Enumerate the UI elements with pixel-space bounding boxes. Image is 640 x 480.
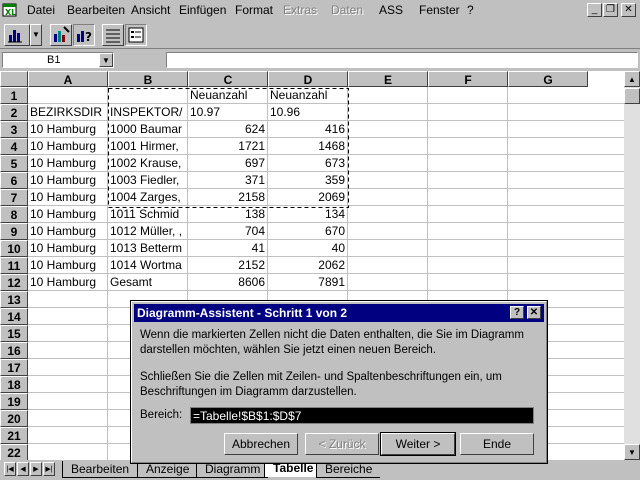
gridlines-icon[interactable] — [102, 24, 124, 46]
menu-ass[interactable]: ASS — [379, 3, 403, 17]
menu-einfuegen[interactable]: Einfügen — [179, 3, 226, 17]
next-button[interactable]: Weiter > — [380, 432, 456, 456]
finish-button[interactable]: Ende — [460, 433, 534, 455]
chart-wizard-icon[interactable] — [50, 24, 72, 46]
menu-help[interactable]: ? — [467, 3, 474, 17]
dialog-close-button[interactable]: ✕ — [527, 306, 541, 319]
first-sheet-icon[interactable]: |◀ — [4, 462, 16, 476]
close-button[interactable]: ✕ — [621, 3, 636, 17]
menu-bearbeiten[interactable]: Bearbeiten — [67, 3, 125, 17]
chart-toolbar: ▼ ? — [0, 21, 640, 49]
back-button: < Zurück — [305, 433, 379, 455]
legend-icon[interactable] — [125, 24, 147, 46]
menu-bar: XL Datei Bearbeiten Ansicht Einfügen For… — [0, 0, 640, 20]
menu-format[interactable]: Format — [235, 3, 273, 17]
range-input[interactable]: =Tabelle!$B$1:$D$7 — [190, 407, 534, 424]
name-box[interactable]: B1 ▼ — [2, 52, 114, 68]
excel-app-icon[interactable]: XL — [2, 2, 18, 18]
chart-wizard-dialog: Diagramm-Assistent - Schritt 1 von 2 ? ✕… — [130, 300, 548, 464]
next-sheet-icon[interactable]: ▶ — [30, 462, 42, 476]
svg-text:?: ? — [85, 30, 92, 44]
name-box-value: B1 — [47, 54, 61, 66]
svg-text:XL: XL — [5, 8, 16, 17]
vertical-scrollbar[interactable]: ▲ ▼ — [624, 71, 640, 460]
range-label: Bereich: — [140, 409, 183, 421]
minimize-button[interactable]: _ — [587, 3, 602, 17]
scroll-down-icon[interactable]: ▼ — [624, 444, 640, 460]
cancel-button[interactable]: Abbrechen — [224, 433, 298, 455]
scroll-up-icon[interactable]: ▲ — [624, 71, 640, 87]
sheet-tab-bearbeiten[interactable]: Bearbeiten — [62, 461, 138, 478]
menu-daten: Daten — [331, 3, 364, 17]
prev-sheet-icon[interactable]: ◀ — [17, 462, 29, 476]
formula-input[interactable] — [166, 52, 638, 68]
chart-type-button[interactable] — [4, 24, 30, 46]
scroll-thumb[interactable] — [624, 88, 640, 104]
dialog-instruction-1: Wenn die markierten Zellen nicht die Dat… — [140, 329, 524, 356]
menu-ansicht[interactable]: Ansicht — [131, 3, 170, 17]
dialog-instruction-2: Schließen Sie die Zellen mit Zeilen- und… — [140, 371, 502, 398]
chart-help-icon[interactable]: ? — [73, 24, 95, 46]
name-box-dropdown-icon[interactable]: ▼ — [99, 53, 113, 67]
chart-type-dropdown-icon[interactable]: ▼ — [30, 24, 42, 46]
last-sheet-icon[interactable]: ▶| — [43, 462, 55, 476]
dialog-title: Diagramm-Assistent - Schritt 1 von 2 — [137, 306, 348, 320]
menu-extras: Extras — [283, 3, 318, 17]
dialog-help-button[interactable]: ? — [510, 306, 524, 319]
formula-bar: B1 ▼ — [0, 50, 640, 70]
menu-fenster[interactable]: Fenster — [419, 3, 460, 17]
dialog-title-bar[interactable]: Diagramm-Assistent - Schritt 1 von 2 ? ✕ — [134, 304, 544, 322]
restore-button[interactable]: ❐ — [603, 3, 618, 17]
menu-datei[interactable]: Datei — [27, 3, 55, 17]
